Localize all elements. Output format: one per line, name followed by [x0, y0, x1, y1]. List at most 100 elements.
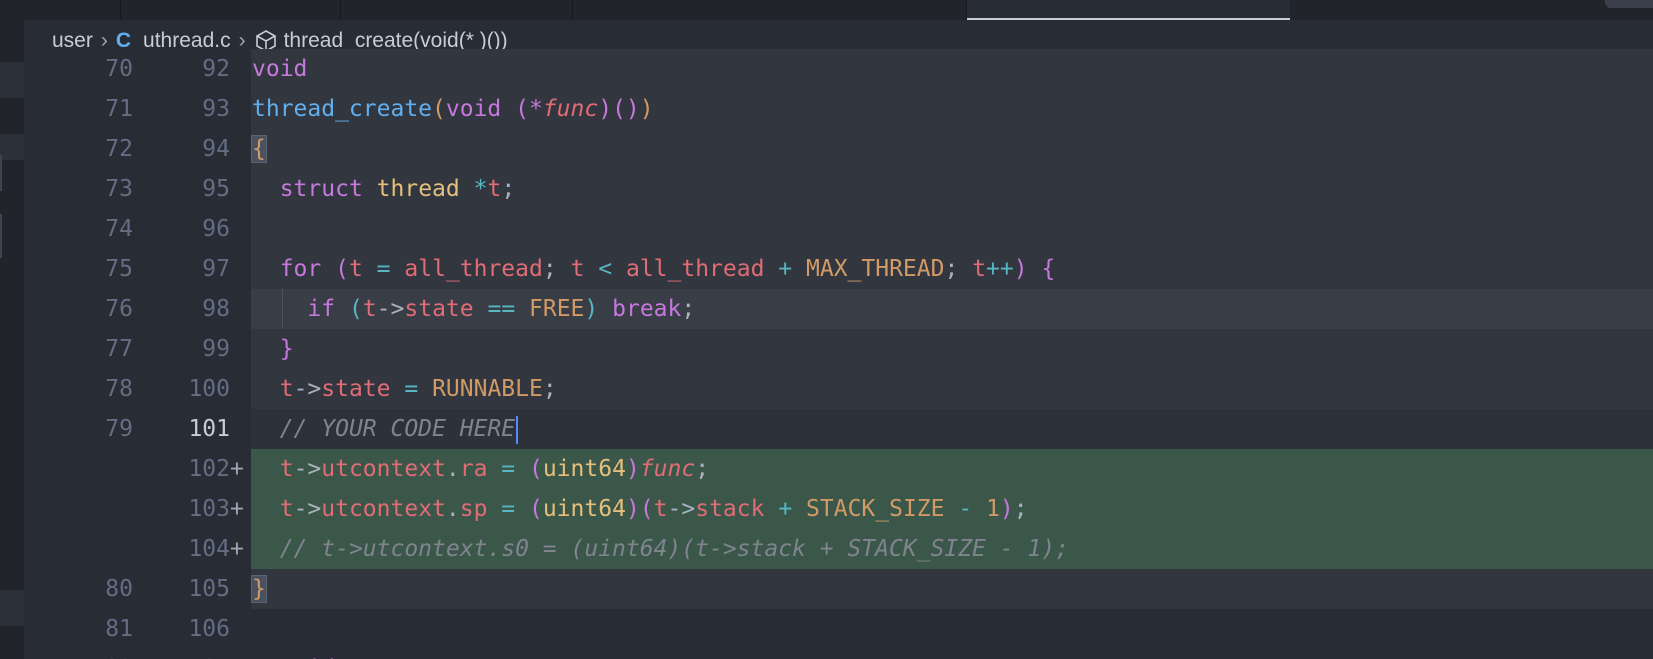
- code-text: t->utcontext.sp = (uint64)(t->stack + ST…: [252, 489, 1028, 529]
- line-number-new: 103: [188, 496, 230, 522]
- code-line[interactable]: 76 98 if (t->state == FREE) break;: [24, 289, 1653, 329]
- code-line[interactable]: 71 93 thread_create(void (*func)()): [24, 89, 1653, 129]
- code-line-current[interactable]: 79 101 // YOUR CODE HERE: [24, 409, 1653, 449]
- token: // YOUR CODE HERE: [279, 416, 516, 442]
- token: =: [390, 376, 433, 402]
- token: t: [972, 256, 987, 282]
- token: ;: [542, 256, 571, 282]
- line-number-new: 104: [188, 536, 230, 562]
- line-number-old: 73: [105, 176, 133, 202]
- code-line-added[interactable]: 103 + t->utcontext.sp = (uint64)(t->stac…: [24, 489, 1653, 529]
- code-line-added[interactable]: 104 + // t->utcontext.s0 = (uint64)(t->s…: [24, 529, 1653, 569]
- activity-item[interactable]: [0, 134, 24, 160]
- line-number-old: 77: [105, 336, 133, 362]
- token: STACK_SIZE: [806, 496, 945, 522]
- token: stack: [695, 496, 765, 522]
- code-line[interactable]: 80 105 }: [24, 569, 1653, 609]
- token: struct: [279, 176, 363, 202]
- token: {: [1041, 256, 1056, 282]
- token: 1: [986, 496, 1000, 522]
- code-line[interactable]: 72 94 {: [24, 129, 1653, 169]
- added-marker: +: [230, 496, 244, 522]
- line-number-old: 80: [105, 576, 133, 602]
- token: ==: [473, 296, 530, 322]
- token: ): [999, 496, 1014, 522]
- line-number-new: 102: [188, 456, 230, 482]
- line-number-old: 74: [105, 216, 133, 242]
- line-number-new: 99: [202, 336, 230, 362]
- line-number-old: 81: [105, 616, 133, 642]
- token: ->: [667, 496, 696, 522]
- line-number-new: 100: [188, 376, 230, 402]
- code-text: }: [252, 329, 294, 369]
- token: uint64: [542, 496, 626, 522]
- token: (: [335, 256, 349, 282]
- line-number-new: 106: [188, 616, 230, 642]
- code-text: t->utcontext.ra = (uint64)func;: [252, 449, 709, 489]
- token: sp: [459, 496, 488, 522]
- activity-bar: [0, 0, 24, 659]
- code-line[interactable]: 74 96: [24, 209, 1653, 249]
- token: =: [362, 256, 405, 282]
- line-number-new: 97: [202, 256, 230, 282]
- code-line-added[interactable]: 102 + t->utcontext.ra = (uint64)func;: [24, 449, 1653, 489]
- token: t: [653, 496, 668, 522]
- code-line[interactable]: 75 97 for (t = all_thread; t < all_threa…: [24, 249, 1653, 289]
- code-editor[interactable]: 70 92 void 71 93 thread_create(void (*fu…: [24, 49, 1653, 659]
- line-number-new: 94: [202, 136, 230, 162]
- code-text: void: [252, 649, 335, 659]
- token: ;: [542, 376, 557, 402]
- line-number-new: 92: [202, 56, 230, 82]
- token: ra: [459, 456, 488, 482]
- window-control[interactable]: [1605, 0, 1653, 8]
- token: <: [584, 256, 626, 282]
- code-line[interactable]: 77 99 }: [24, 329, 1653, 369]
- token: (: [432, 96, 446, 122]
- token: all_thread: [404, 256, 543, 282]
- token: state: [321, 376, 391, 402]
- code-line[interactable]: 81 106: [24, 609, 1653, 649]
- token: func: [639, 456, 696, 482]
- code-text: // YOUR CODE HERE: [252, 409, 519, 449]
- code-line[interactable]: 70 92 void: [24, 49, 1653, 89]
- line-highlight: [251, 569, 1653, 609]
- code-line[interactable]: 73 95 struct thread *t;: [24, 169, 1653, 209]
- token: thread: [376, 176, 460, 202]
- activity-item[interactable]: [0, 590, 24, 626]
- code-line[interactable]: 82 107 void: [24, 649, 1653, 659]
- token: ->: [376, 296, 405, 322]
- token: (): [612, 96, 640, 122]
- line-number-old: 70: [105, 56, 133, 82]
- token: t: [348, 256, 363, 282]
- activity-item[interactable]: [0, 62, 24, 98]
- token: ): [625, 496, 640, 522]
- token: ;: [1013, 496, 1028, 522]
- token: (: [529, 456, 543, 482]
- code-text: for (t = all_thread; t < all_thread + MA…: [252, 249, 1056, 289]
- token: uint64: [542, 456, 626, 482]
- matching-brace: {: [251, 135, 267, 163]
- tab-active[interactable]: [967, 0, 1290, 20]
- token: =: [487, 456, 529, 482]
- code-line[interactable]: 78 100 t->state = RUNNABLE;: [24, 369, 1653, 409]
- token: ++: [986, 256, 1014, 282]
- token: +: [764, 496, 807, 522]
- token: -: [944, 496, 987, 522]
- token: // t->utcontext.s0 = (uint64)(t->stack +…: [279, 536, 1069, 562]
- line-number-new: 107: [134, 649, 230, 659]
- token: void: [252, 56, 308, 82]
- token: ): [598, 96, 613, 122]
- token: for: [279, 256, 322, 282]
